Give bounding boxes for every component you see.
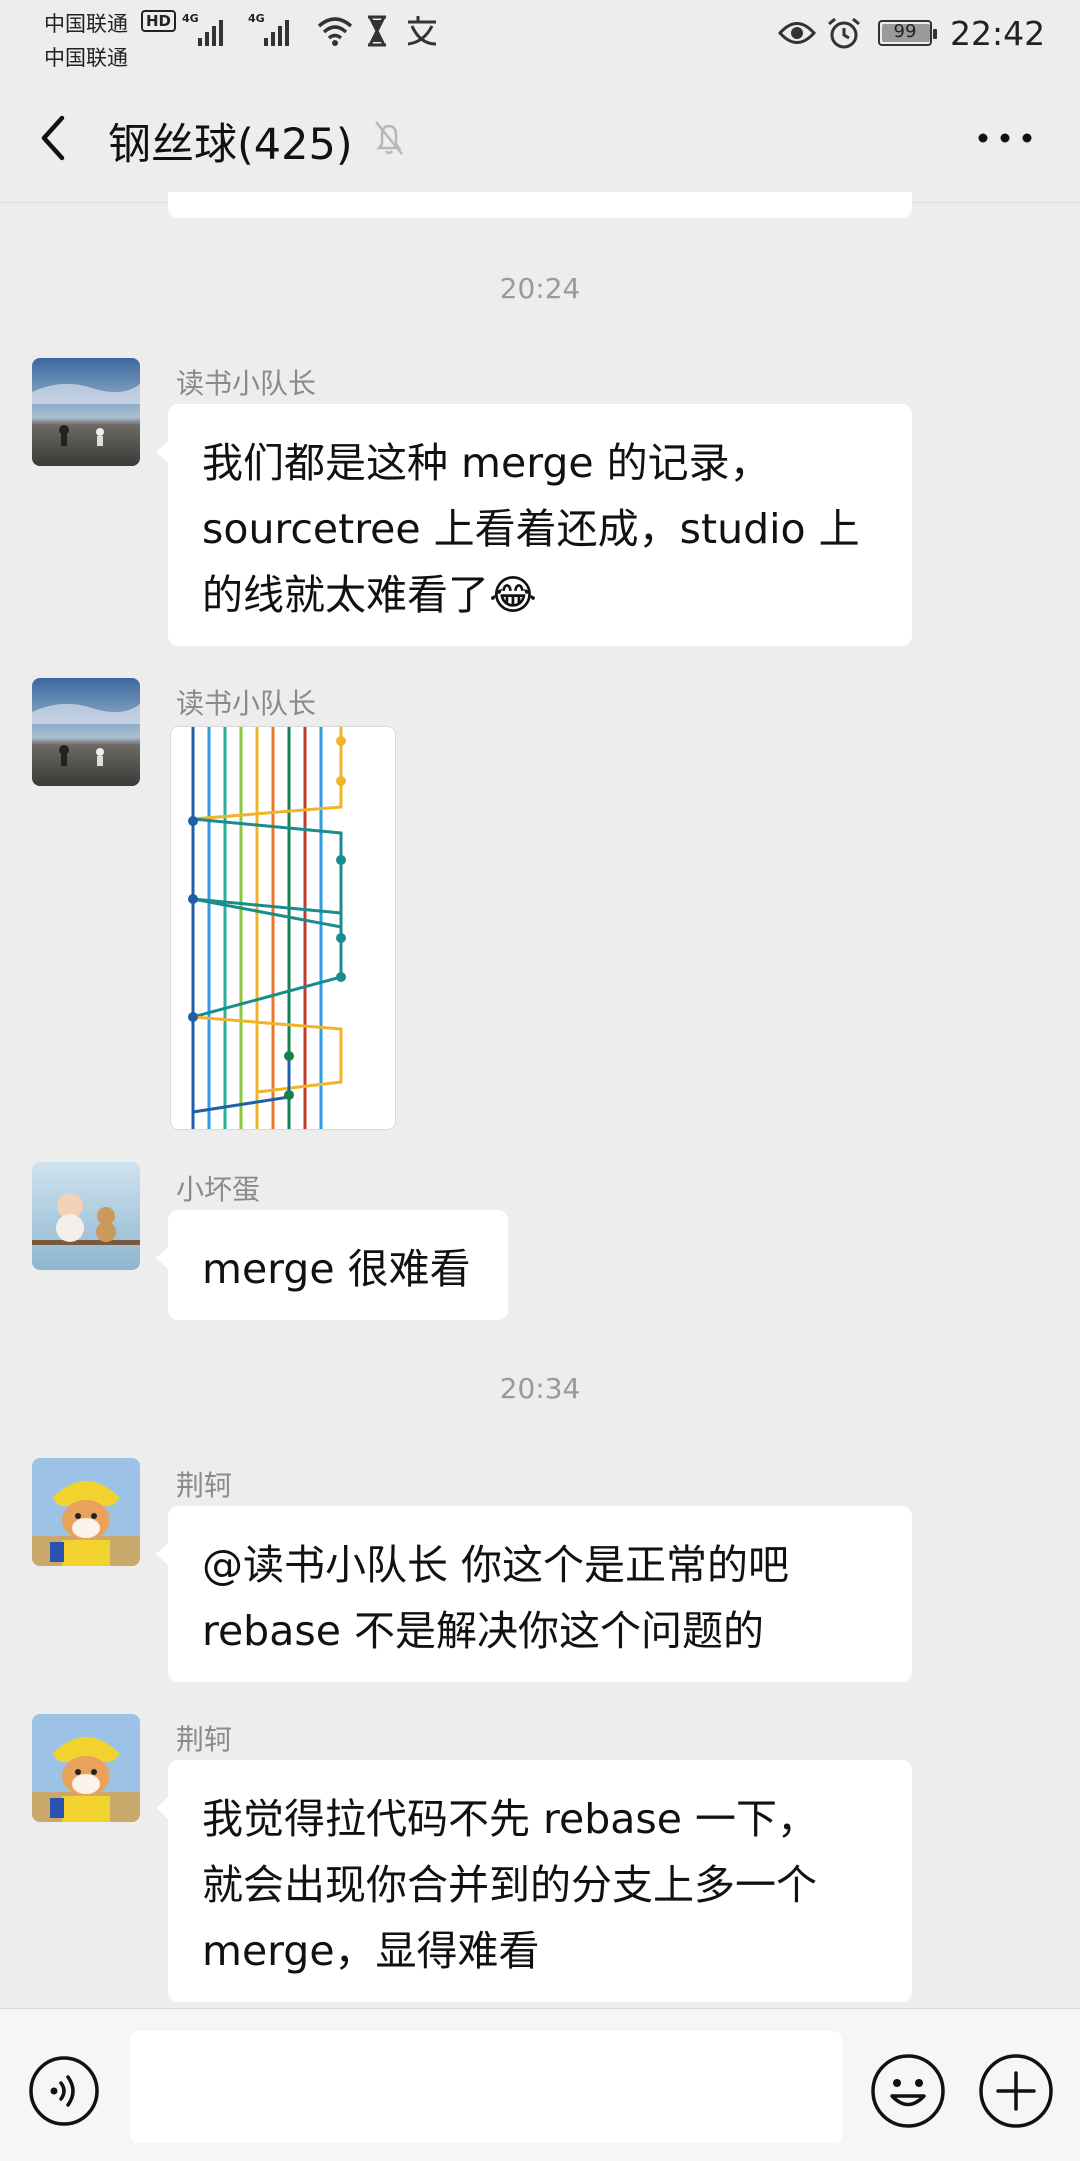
time-divider: 20:34 [499,1372,581,1405]
message-text: 就会出现你合并到的分支上多一个 [202,1861,817,1909]
chat-header: 钢丝球(425) [0,70,1080,202]
message-bubble[interactable]: 我觉得拉代码不先 rebase 一下， 就会出现你合并到的分支上多一个 merg… [156,1760,912,2002]
message-text: merge，显得难看 [202,1927,540,1975]
avatar[interactable] [32,1162,140,1270]
wifi-icon [317,17,353,46]
sender-name: 读书小队长 [176,367,317,400]
signal-icon: 4G [248,12,289,46]
avatar[interactable] [32,358,140,466]
sender-name: 小坏蛋 [176,1173,261,1206]
carrier-name-2: 中国联通 [44,46,128,70]
emoji-button[interactable] [870,2053,946,2129]
message-text: 的线就太难看了😂 [202,571,537,619]
message-text: rebase 不是解决你这个问题的 [202,1607,764,1655]
hd-badge: HD [141,10,177,32]
alarm-icon [828,17,860,49]
hourglass-icon [368,15,386,47]
more-functions-button[interactable] [978,2053,1054,2129]
message-input[interactable] [130,2031,842,2143]
more-options-button[interactable] [975,128,1035,148]
message-text: 我们都是这种 merge 的记录， [202,439,771,487]
translate-icon [407,16,437,46]
sender-name: 读书小队长 [176,687,317,720]
input-bar [0,2008,1080,2161]
carrier-name-1: 中国联通 [44,12,128,36]
message-bubble[interactable] [168,192,912,218]
battery-level: 99 [893,21,917,42]
voice-input-button[interactable] [28,2055,100,2127]
status-bar: 中国联通 中国联通 HD 4G 4G 99 22:42 [0,0,1080,70]
chat-title: 钢丝球(425) [108,120,353,170]
message-text: 我觉得拉代码不先 rebase 一下， [202,1795,818,1843]
message-bubble[interactable]: merge 很难看 [156,1210,508,1320]
eye-icon [778,22,816,44]
back-button[interactable] [30,110,80,166]
sender-name: 荆轲 [176,1469,233,1502]
bell-muted-icon [375,121,403,155]
message-text: merge 很难看 [202,1245,471,1293]
message-text: sourcetree 上看着还成，studio 上 [202,505,860,553]
status-time: 22:42 [950,14,1046,53]
battery-icon: 99 [878,20,937,46]
time-divider: 20:24 [499,272,581,305]
avatar[interactable] [32,678,140,786]
signal-icon: 4G [182,12,223,46]
sender-name: 荆轲 [176,1723,233,1756]
message-bubble[interactable]: 我们都是这种 merge 的记录， sourcetree 上看着还成，studi… [156,404,912,646]
image-message[interactable] [170,726,396,1130]
avatar[interactable] [32,1458,140,1566]
message-bubble[interactable]: @读书小队长 你这个是正常的吧 rebase 不是解决你这个问题的 [156,1506,912,1682]
git-branch-graph-image [188,727,346,1129]
avatar[interactable] [32,1714,140,1822]
message-text: @读书小队长 你这个是正常的吧 [202,1541,790,1589]
